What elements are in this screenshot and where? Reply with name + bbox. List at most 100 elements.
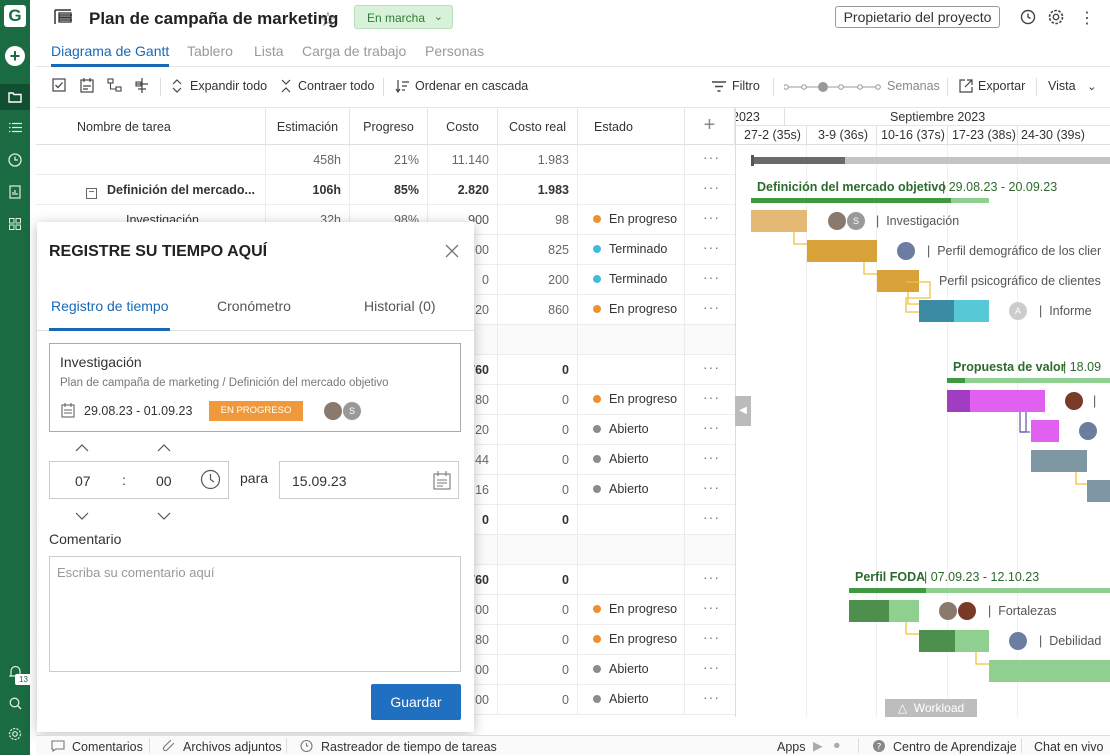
settings-gear-icon[interactable] [5, 724, 25, 744]
tab-people[interactable]: Personas [425, 43, 484, 59]
collapse-all-button[interactable]: Contraer todo [298, 79, 374, 93]
column-header-estimate[interactable]: Estimación [266, 108, 350, 145]
more-options-icon[interactable]: ⋮ [1079, 8, 1095, 28]
clock-icon[interactable] [5, 150, 25, 170]
column-header-actual-cost[interactable]: Costo real [498, 108, 578, 145]
task-bar[interactable] [1031, 450, 1087, 472]
task-bar[interactable] [1087, 480, 1110, 502]
learning-center-link[interactable]: Centro de Aprendizaje [893, 740, 1017, 754]
status-badge[interactable]: En progreso [593, 632, 677, 646]
hours-field[interactable]: 07 [75, 473, 91, 489]
apps-grid-icon[interactable] [5, 214, 25, 234]
row-menu-icon[interactable]: ··· [703, 479, 720, 495]
minutes-decrement-icon[interactable] [157, 508, 171, 523]
workload-toggle-button[interactable]: △ Workload [885, 699, 977, 717]
report-icon[interactable] [5, 182, 25, 202]
status-badge[interactable]: En progreso [593, 602, 677, 616]
status-badge[interactable]: Abierto [593, 452, 649, 466]
status-badge[interactable]: Abierto [593, 482, 649, 496]
calendar-icon[interactable] [433, 471, 451, 493]
status-badge[interactable]: En progreso [593, 392, 677, 406]
tab-workload[interactable]: Carga de trabajo [302, 43, 406, 59]
tab-time-log[interactable]: Registro de tiempo [51, 298, 169, 314]
group-row[interactable]: − Definición del mercado... 106h 85% 2.82… [36, 175, 735, 205]
row-menu-icon[interactable]: ··· [703, 659, 720, 675]
group-label[interactable]: Propuesta de valor [953, 360, 1066, 374]
status-badge[interactable]: En progreso [593, 212, 677, 226]
status-badge[interactable]: Abierto [593, 662, 649, 676]
attachments-link[interactable]: Archivos adjuntos [183, 740, 282, 754]
tab-board[interactable]: Tablero [187, 43, 233, 59]
projects-icon[interactable] [0, 84, 30, 110]
column-header-task-name[interactable]: Nombre de tarea [36, 108, 266, 145]
group-label[interactable]: Perfil FODA [855, 570, 925, 584]
row-menu-icon[interactable]: ··· [703, 629, 720, 645]
row-menu-icon[interactable]: ··· [703, 569, 720, 585]
row-menu-icon[interactable]: ··· [703, 509, 720, 525]
status-badge[interactable]: Terminado [593, 242, 667, 256]
column-header-cost[interactable]: Costo [428, 108, 498, 145]
clock-icon[interactable] [200, 469, 221, 493]
search-icon[interactable] [5, 693, 25, 713]
column-header-progress[interactable]: Progreso [350, 108, 428, 145]
collapse-group-icon[interactable]: − [86, 188, 97, 199]
create-new-button[interactable]: + [5, 46, 25, 66]
row-menu-icon[interactable]: ··· [703, 689, 720, 705]
row-menu-icon[interactable]: ··· [703, 209, 720, 225]
row-menu-icon[interactable]: ··· [703, 359, 720, 375]
play-store-icon[interactable]: ▶ [813, 738, 823, 753]
minutes-increment-icon[interactable] [157, 440, 171, 455]
row-menu-icon[interactable]: ··· [703, 599, 720, 615]
date-input[interactable]: 15.09.23 [279, 461, 459, 499]
task-bar[interactable] [1031, 420, 1059, 442]
critical-path-icon[interactable] [134, 78, 150, 94]
status-badge[interactable]: En progreso [593, 302, 677, 316]
close-icon[interactable] [445, 244, 459, 261]
task-bar[interactable] [989, 660, 1110, 682]
favorite-star-icon[interactable]: ☆ [319, 7, 337, 32]
row-menu-icon[interactable]: ··· [703, 449, 720, 465]
row-menu-icon[interactable]: ··· [703, 269, 720, 285]
list-icon[interactable] [5, 117, 25, 137]
project-summary-row[interactable]: 458h 21% 11.140 1.983 ··· [36, 145, 735, 175]
tab-gantt[interactable]: Diagrama de Gantt [51, 43, 169, 59]
filter-button[interactable]: Filtro [732, 79, 760, 93]
status-badge[interactable]: Abierto [593, 692, 649, 706]
project-status-dropdown[interactable]: En marcha ⌄ [354, 5, 453, 29]
minutes-field[interactable]: 00 [156, 473, 172, 489]
row-menu-icon[interactable]: ··· [703, 179, 720, 195]
row-menu-icon[interactable]: ··· [703, 299, 720, 315]
row-menu-icon[interactable]: ··· [703, 389, 720, 405]
time-tracker-link[interactable]: Rastreador de tiempo de tareas [321, 740, 497, 754]
hours-increment-icon[interactable] [75, 440, 89, 455]
app-logo[interactable]: G [4, 5, 26, 27]
hours-decrement-icon[interactable] [75, 508, 89, 523]
comment-textarea[interactable]: Escriba su comentario aquí [49, 556, 461, 672]
time-input[interactable]: 07 : 00 [49, 461, 229, 499]
add-column-icon[interactable]: + [685, 108, 735, 145]
expand-all-button[interactable]: Expandir todo [190, 79, 267, 93]
project-owner-button[interactable]: Propietario del proyecto [835, 6, 1000, 28]
export-button[interactable]: Exportar [978, 79, 1025, 93]
calendar-task-icon[interactable] [80, 78, 96, 94]
row-menu-icon[interactable]: ··· [703, 149, 720, 165]
view-dropdown[interactable]: Vista ⌄ [1048, 79, 1096, 93]
zoom-slider[interactable] [783, 80, 882, 97]
apple-icon[interactable]: ● [833, 738, 841, 752]
tab-stopwatch[interactable]: Cronómetro [217, 298, 291, 314]
status-badge[interactable]: Abierto [593, 422, 649, 436]
cascade-sort-button[interactable]: Ordenar en cascada [415, 79, 528, 93]
project-settings-gear-icon[interactable] [1047, 8, 1065, 29]
row-menu-icon[interactable]: ··· [703, 239, 720, 255]
tab-list[interactable]: Lista [254, 43, 284, 59]
save-button[interactable]: Guardar [371, 684, 461, 720]
comments-link[interactable]: Comentarios [72, 740, 143, 754]
row-menu-icon[interactable]: ··· [703, 419, 720, 435]
checkbox-select-icon[interactable] [52, 78, 68, 94]
tab-history[interactable]: Historial (0) [364, 298, 436, 314]
status-badge[interactable]: Terminado [593, 272, 667, 286]
history-icon[interactable] [1019, 8, 1037, 29]
live-chat-link[interactable]: Chat en vivo [1034, 740, 1103, 754]
column-header-status[interactable]: Estado [578, 108, 685, 145]
group-bar[interactable] [947, 378, 1110, 383]
